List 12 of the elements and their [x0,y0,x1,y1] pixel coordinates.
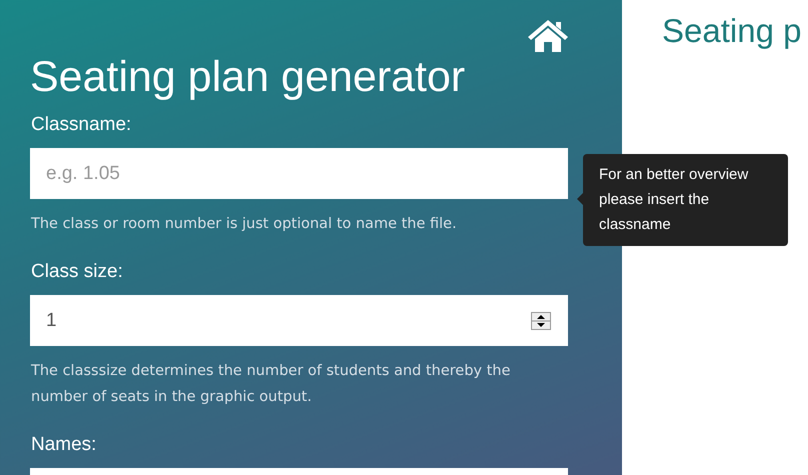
page-title: Seating plan generator [30,52,466,102]
tooltip: For an better overview please insert the classname [583,154,788,246]
field-label: Names: [31,433,98,457]
main-heading: Seating p [662,12,802,50]
help-text: The class or room number is just optional to name the file. [31,215,458,234]
classname-field[interactable]: e.g. 1.05 [30,148,568,199]
class-size-field[interactable]: 1 [30,295,568,346]
field-label: Classname: [31,113,132,137]
field-label: Class size: [31,260,124,284]
home-icon[interactable] [528,20,568,52]
help-text: The classsize determines the number of students and thereby the number of seats in the graphic output. [31,362,512,407]
spinner-icon[interactable] [531,312,551,330]
